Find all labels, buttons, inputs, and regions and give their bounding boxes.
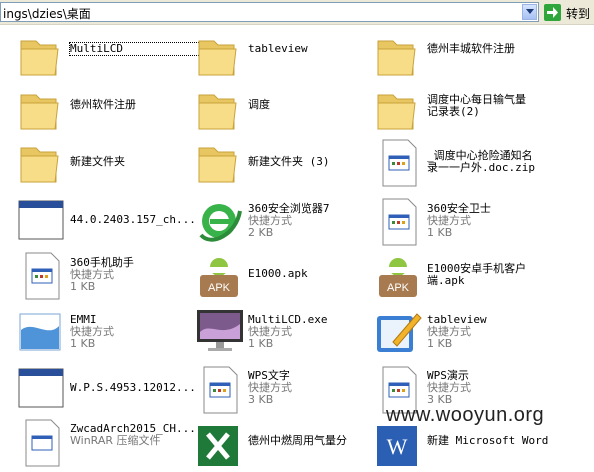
item-name: 新建 Microsoft Word [427,434,549,447]
item-name: E1000.apk [248,267,308,280]
item-name: tableview [248,42,308,55]
item-size: 1 KB [248,337,274,350]
list-item[interactable]: 360手机助手 快捷方式 1 KB [18,251,198,301]
list-item[interactable]: WPS文字 快捷方式 3 KB [196,365,376,415]
list-item[interactable]: MultiLCD.exe 快捷方式 1 KB [196,308,376,358]
item-name: W.P.S.4953.12012... [70,381,196,394]
item-size: 1 KB [70,337,96,350]
folder-icon [198,147,237,183]
item-type: WinRAR 压缩文件 [70,434,161,447]
item-name: _调度中心抢险通知名 录一一户外.doc.zip [427,149,535,174]
item-size: 1 KB [70,280,96,293]
item-size: 3 KB [248,393,274,406]
address-field[interactable]: ings\dzies\桌面 [0,2,539,22]
watermark: www.wooyun.org [386,404,545,426]
shortcut-file-icon [382,198,417,246]
list-item[interactable]: 新建文件夹 (3) [196,138,376,188]
list-item[interactable]: ZwcadArch2015_CH... WinRAR 压缩文件 [18,418,198,468]
folder-icon [377,40,416,76]
folder-icon [20,40,59,76]
folder-icon [20,147,59,183]
folder-icon [198,40,237,76]
item-name: 调度中心每日输气量 记录表(2) [427,93,526,118]
window-icon [18,200,64,240]
list-item[interactable]: EMMI 快捷方式 1 KB [18,308,198,358]
list-item[interactable]: 德州丰城软件注册 [375,31,555,81]
emmi-icon [19,313,61,351]
item-size: 2 KB [248,226,274,239]
list-item[interactable]: APK E1000.apk [196,251,376,301]
list-item[interactable]: 新建文件夹 [18,138,198,188]
list-item[interactable]: 调度 [196,85,376,135]
item-name: 44.0.2403.157_ch... [70,213,196,226]
item-name: 德州中燃周用气量分 [248,434,347,447]
list-item[interactable]: 德州软件注册 [18,85,198,135]
file-icon [382,139,417,187]
folder-icon [20,94,59,130]
address-path: ings\dzies\桌面 [3,7,91,21]
notepad-icon [377,313,422,352]
list-item[interactable]: W.P.S.4953.12012... [18,365,198,415]
item-name: 新建文件夹 [70,155,125,168]
go-label: 转到 [566,7,591,21]
list-item[interactable]: tableview [196,31,376,81]
list-item[interactable]: W 新建 Microsoft Word [375,422,555,472]
item-size: 1 KB [427,337,453,350]
shortcut-file-icon [203,366,238,414]
list-item[interactable]: 调度中心每日输气量 记录表(2) [375,85,555,135]
arrow-right-icon [544,4,561,21]
apk-icon: APK [200,258,238,297]
list-item[interactable]: MultiLCD [18,31,201,81]
folder-icon [198,94,237,130]
shortcut-file-icon [25,252,60,300]
window-icon [18,368,64,408]
list-item[interactable]: APK E1000安卓手机客户 端.apk [375,251,555,301]
svg-text:APK: APK [208,282,231,294]
list-item[interactable]: 44.0.2403.157_ch... [18,197,198,247]
list-item[interactable]: 德州中燃周用气量分 [196,422,376,472]
chevron-down-icon [526,9,534,14]
word-icon: W [377,426,417,466]
item-name: E1000安卓手机客户 端.apk [427,262,527,287]
list-item[interactable]: _调度中心抢险通知名 录一一户外.doc.zip [375,138,555,188]
item-name: 德州丰城软件注册 [427,42,515,55]
address-bar: ings\dzies\桌面 转到 [0,0,594,25]
list-item[interactable]: tableview 快捷方式 1 KB [375,308,555,358]
item-name: 德州软件注册 [70,98,136,111]
browser-icon [199,204,242,242]
go-button[interactable]: 转到 [542,3,594,22]
item-name: MultiLCD [69,42,201,56]
shortcut-file-icon [25,419,60,467]
list-item[interactable]: 360安全卫士 快捷方式 1 KB [375,197,555,247]
file-list: MultiLCD tableview 德州丰城软件注册 德州软件注册 调度 调度… [0,25,594,467]
svg-text:W: W [387,434,408,459]
item-name: 调度 [248,98,270,111]
list-item[interactable]: 360安全浏览器7 快捷方式 2 KB [196,197,376,247]
item-size: 1 KB [427,226,453,239]
folder-icon [377,94,416,130]
apk-icon: APK [379,258,417,297]
item-name: 新建文件夹 (3) [248,155,330,168]
excel-icon [198,426,238,466]
address-dropdown-button[interactable] [522,4,537,20]
monitor-icon [197,310,243,351]
svg-text:APK: APK [387,282,410,294]
